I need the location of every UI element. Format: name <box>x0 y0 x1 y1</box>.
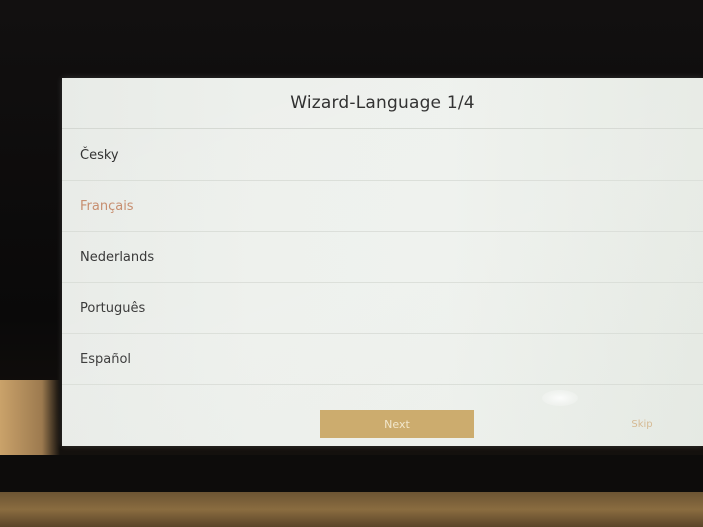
title-bar: Wizard-Language 1/4 <box>62 78 703 129</box>
language-item-nederlands[interactable]: Nederlands <box>62 232 703 283</box>
device-screen: Wizard-Language 1/4 Česky Français Neder… <box>62 78 703 446</box>
language-label: Nederlands <box>80 249 155 265</box>
desk-reflection <box>0 380 60 460</box>
wizard-footer: Next Skip <box>62 408 703 440</box>
photo-background: Wizard-Language 1/4 Česky Français Neder… <box>0 0 703 527</box>
language-item-espanol[interactable]: Español <box>62 334 703 385</box>
wizard-title: Wizard-Language 1/4 <box>290 93 475 113</box>
skip-button[interactable]: Skip <box>622 410 662 438</box>
language-list: Česky Français Nederlands Português Espa… <box>62 130 703 385</box>
device-bezel <box>0 455 703 495</box>
next-button[interactable]: Next <box>320 410 474 438</box>
language-item-cesky[interactable]: Česky <box>62 130 703 181</box>
language-label: Česky <box>80 147 119 163</box>
light-glare <box>542 390 578 406</box>
desk-surface <box>0 492 703 527</box>
language-label: Français <box>80 198 134 214</box>
language-label: Português <box>80 300 146 316</box>
language-label: Español <box>80 351 132 367</box>
language-item-portugues[interactable]: Português <box>62 283 703 334</box>
language-item-francais[interactable]: Français <box>62 181 703 232</box>
